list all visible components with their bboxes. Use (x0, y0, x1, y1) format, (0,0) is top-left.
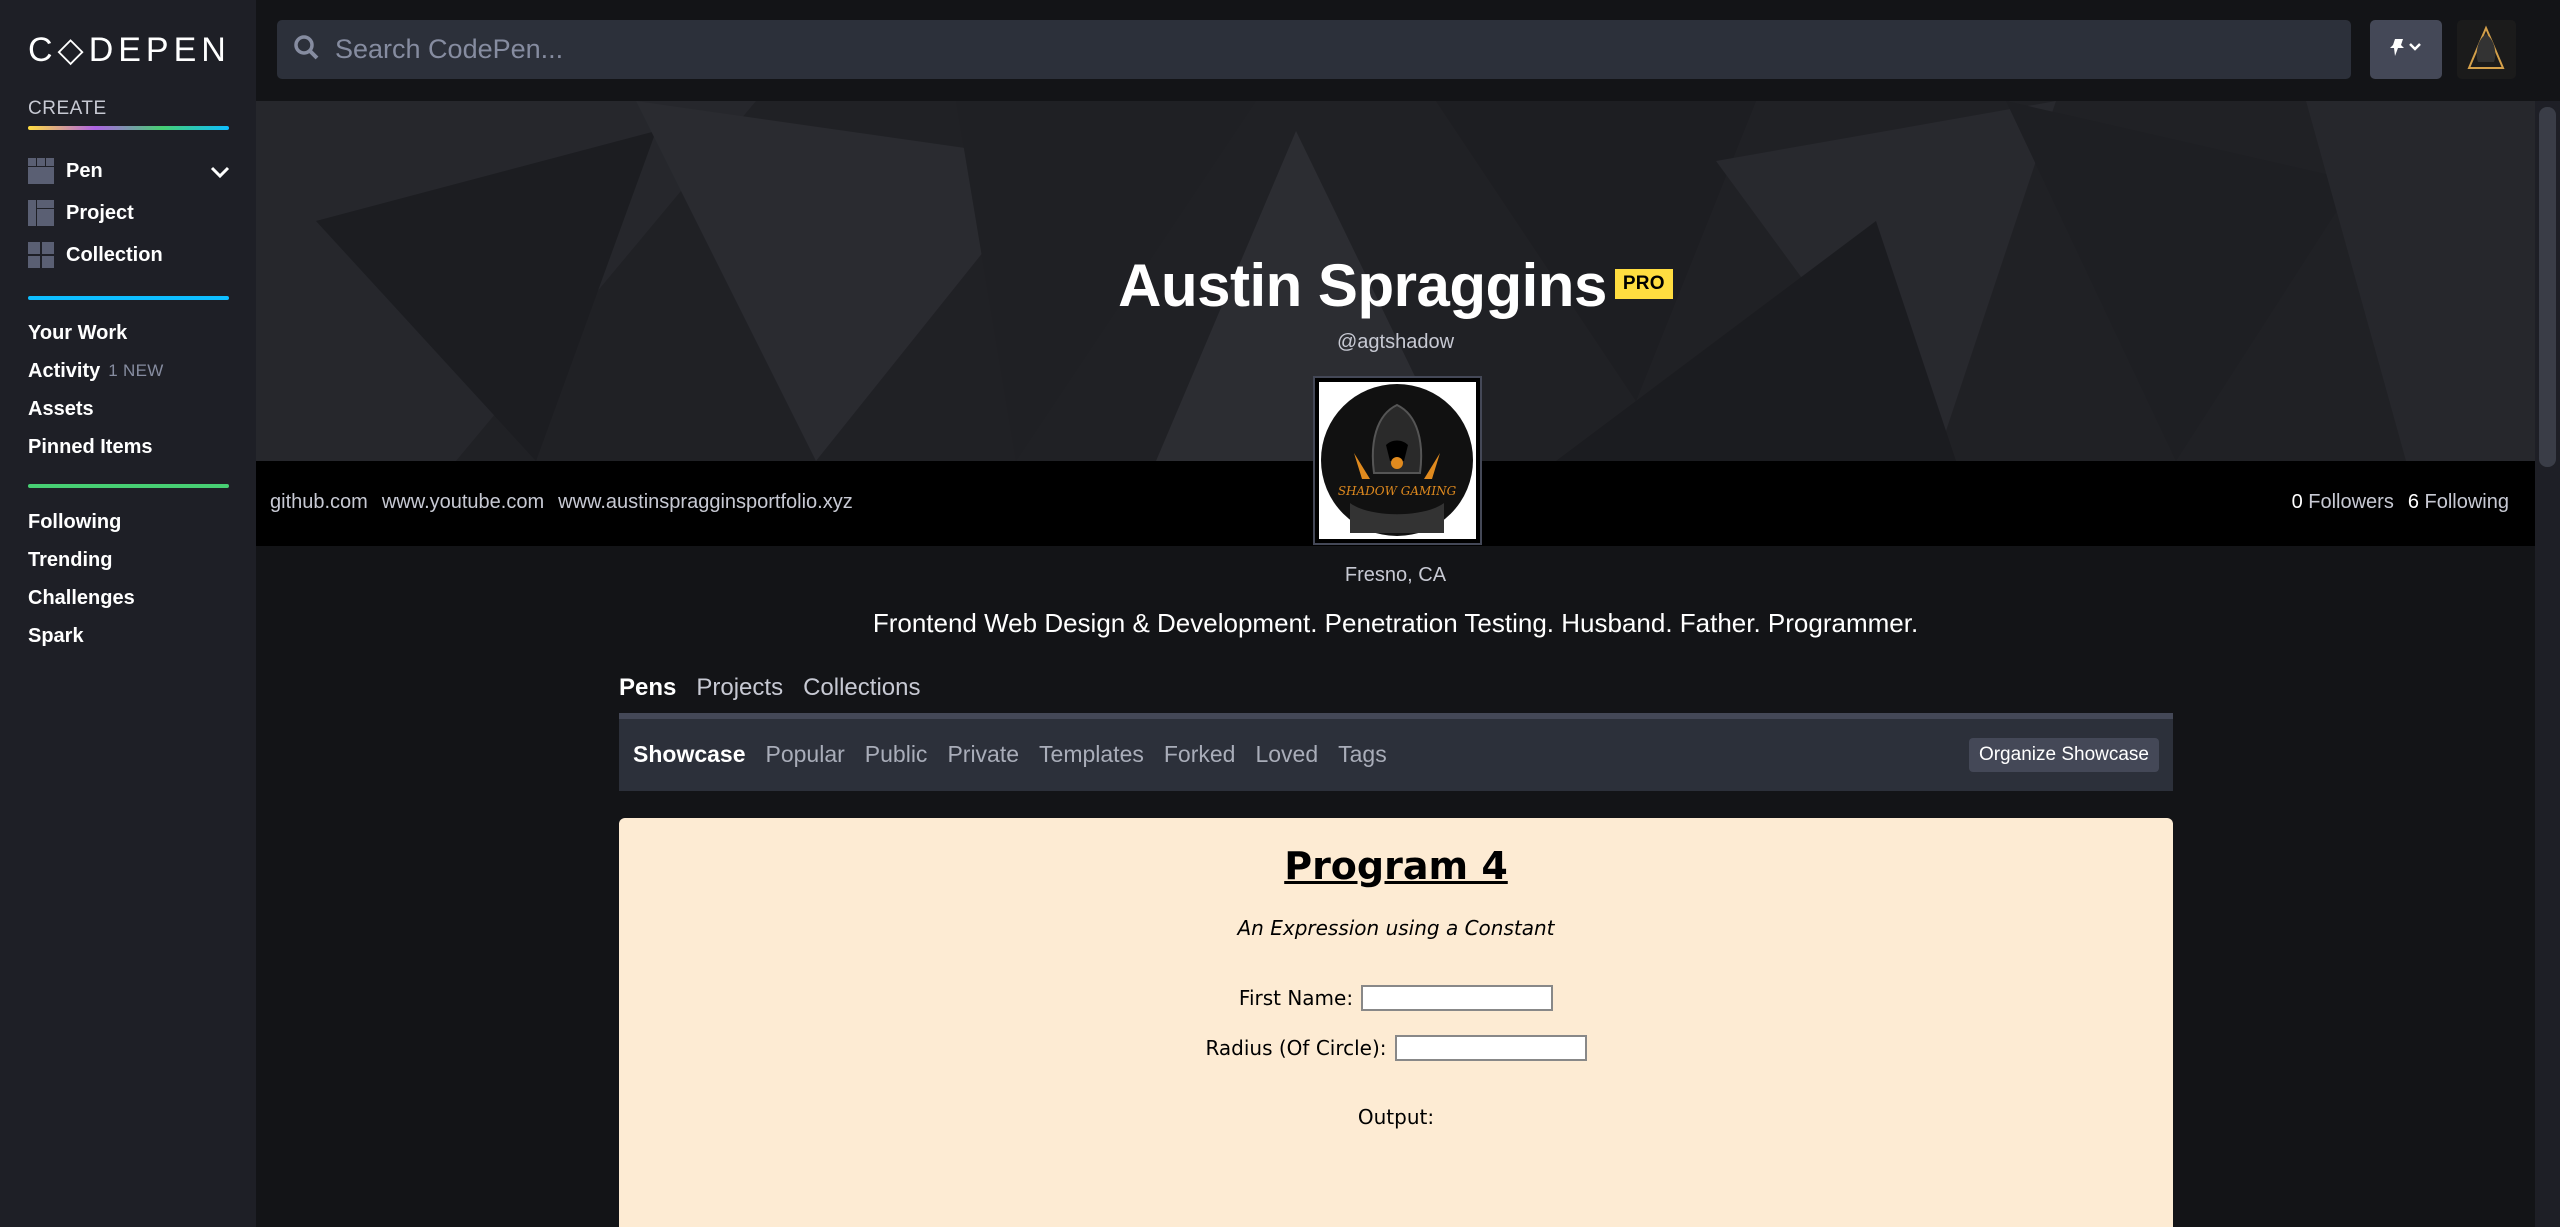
divider-blue (28, 296, 229, 300)
profile-location: Fresno, CA (1344, 564, 1447, 586)
first-name-row: First Name: (619, 985, 2173, 1011)
shadow-gaming-logo: SHADOW GAMING (1321, 384, 1473, 536)
link-portfolio[interactable]: www.austinspragginsportfolio.xyz (558, 491, 853, 514)
create-divider (28, 126, 229, 130)
create-pen-item[interactable]: Pen (28, 150, 230, 192)
tab-pens[interactable]: Pens (619, 674, 676, 702)
work-nav: Your Work Activity 1 NEW Assets Pinned It… (28, 314, 230, 466)
output-label: Output: (1357, 1105, 1435, 1129)
follow-stats: 0 Followers 6 Following (2292, 491, 2509, 514)
tab-collections[interactable]: Collections (803, 674, 920, 702)
filter-popular[interactable]: Popular (766, 741, 845, 768)
codepen-logo[interactable]: C◇DEPEN (28, 30, 231, 70)
chevron-down-icon[interactable] (210, 162, 230, 185)
organize-showcase-button[interactable]: Organize Showcase (1968, 738, 2159, 772)
page-scrollbar[interactable] (2535, 101, 2560, 1227)
filter-public[interactable]: Public (865, 741, 928, 768)
following-count: 6 (2407, 491, 2419, 513)
create-label: CREATE (28, 98, 107, 119)
sidebar: C◇DEPEN CREATE Pen Project Collection Yo… (0, 0, 256, 1227)
filter-forked[interactable]: Forked (1164, 741, 1236, 768)
create-project-label: Project (66, 201, 134, 224)
nav-assets-label: Assets (28, 397, 94, 420)
search-bar[interactable] (277, 20, 2351, 79)
link-github[interactable]: github.com (270, 491, 368, 514)
following-label: Following (2424, 491, 2509, 513)
avatar-image (2457, 20, 2516, 79)
radius-label: Radius (Of Circle): (1205, 1036, 1387, 1060)
profile-bio: Frontend Web Design & Development. Penet… (872, 608, 1919, 638)
profile-avatar: SHADOW GAMING (1313, 376, 1482, 545)
activity-badge: 1 NEW (108, 361, 164, 380)
followers-label: Followers (2308, 491, 2394, 513)
filter-showcase[interactable]: Showcase (633, 741, 746, 768)
filter-loved[interactable]: Loved (1255, 741, 1318, 768)
filter-private[interactable]: Private (947, 741, 1019, 768)
pinned-items-button[interactable] (2370, 20, 2442, 79)
create-pen-label: Pen (66, 159, 103, 182)
profile-links: github.com www.youtube.com www.austinspr… (270, 491, 853, 514)
content-tabs: Pens Projects Collections (619, 674, 920, 702)
nav-following[interactable]: Following (28, 503, 230, 541)
link-youtube[interactable]: www.youtube.com (382, 491, 544, 514)
logo-text: C◇DEPEN (28, 31, 231, 69)
project-icon (28, 200, 54, 226)
pin-icon (2386, 35, 2426, 64)
profile-handle: @agtshadow (1336, 331, 1455, 353)
profile-avatar-frame: SHADOW GAMING (1319, 382, 1476, 539)
profile-name-text: Austin Spraggins (1118, 252, 1607, 319)
pen-preview-subtitle: An Expression using a Constant (1237, 916, 1555, 940)
showcase-pen-preview[interactable]: Program 4 An Expression using a Constant… (619, 818, 2173, 1227)
followers-count: 0 (2291, 491, 2303, 513)
nav-trending[interactable]: Trending (28, 541, 230, 579)
radius-row: Radius (Of Circle): (619, 1035, 2173, 1061)
create-collection-item[interactable]: Collection (28, 234, 230, 276)
profile-name: Austin Spraggins PRO (256, 251, 2535, 320)
pen-grid-icon (28, 158, 54, 184)
nav-challenges-label: Challenges (28, 586, 135, 609)
divider-green (28, 484, 229, 488)
search-input[interactable] (335, 34, 2235, 65)
create-project-item[interactable]: Project (28, 192, 230, 234)
nav-your-work-label: Your Work (28, 321, 128, 344)
discover-nav: Following Trending Challenges Spark (28, 503, 230, 655)
pens-filter-bar: Showcase Popular Public Private Template… (619, 713, 2173, 791)
search-icon (293, 34, 319, 65)
first-name-label: First Name: (1238, 986, 1354, 1010)
nav-trending-label: Trending (28, 548, 113, 571)
filter-templates[interactable]: Templates (1039, 741, 1144, 768)
nav-pinned-items-label: Pinned Items (28, 435, 153, 458)
create-menu: Pen Project Collection (28, 150, 230, 276)
nav-activity-label: Activity (28, 359, 101, 382)
user-avatar-button[interactable] (2457, 20, 2516, 79)
tab-projects[interactable]: Projects (696, 674, 783, 702)
pen-preview-title: Program 4 (1284, 844, 1508, 888)
filter-tags[interactable]: Tags (1338, 741, 1387, 768)
following-link[interactable]: 6 Following (2408, 491, 2509, 514)
avatar-caption: SHADOW GAMING (1338, 484, 1457, 498)
nav-spark[interactable]: Spark (28, 617, 230, 655)
create-collection-label: Collection (66, 243, 163, 266)
pens-filter-tabs: Showcase Popular Public Private Template… (633, 741, 1387, 768)
nav-pinned-items[interactable]: Pinned Items (28, 428, 230, 466)
nav-spark-label: Spark (28, 624, 84, 647)
nav-following-label: Following (28, 510, 122, 533)
nav-activity[interactable]: Activity 1 NEW (28, 352, 230, 390)
radius-field[interactable] (1394, 1035, 1587, 1061)
scrollbar-thumb[interactable] (2539, 107, 2556, 467)
nav-your-work[interactable]: Your Work (28, 314, 230, 352)
pro-badge[interactable]: PRO (1614, 269, 1673, 300)
nav-challenges[interactable]: Challenges (28, 579, 230, 617)
collection-icon (28, 242, 54, 268)
first-name-field[interactable] (1361, 985, 1554, 1011)
followers-link[interactable]: 0 Followers (2292, 491, 2394, 514)
nav-assets[interactable]: Assets (28, 390, 230, 428)
